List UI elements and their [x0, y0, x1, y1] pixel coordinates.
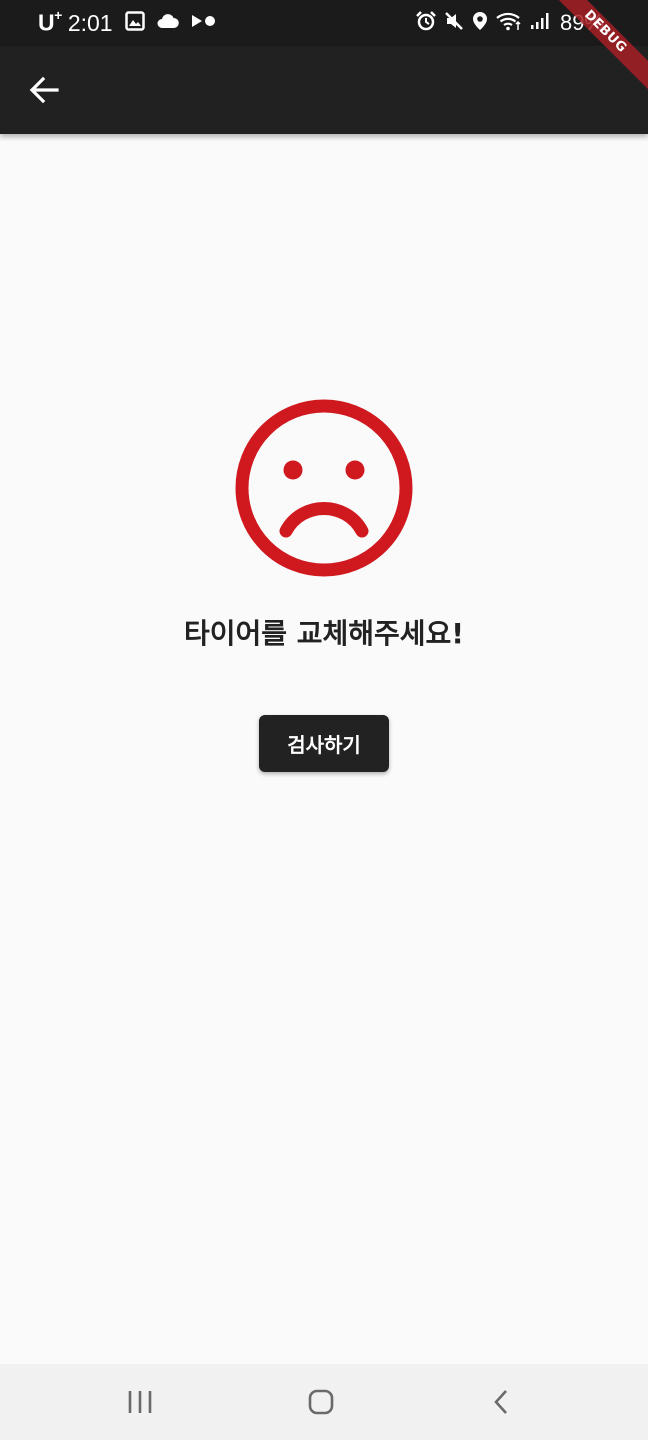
wifi-icon: [496, 11, 522, 35]
arrow-back-icon: [29, 76, 59, 104]
signal-icon: [530, 11, 550, 35]
location-icon: [472, 11, 488, 35]
carrier-label: U+: [38, 7, 62, 36]
nav-back-button[interactable]: [482, 1382, 522, 1422]
inspect-button[interactable]: 검사하기: [259, 715, 389, 772]
inspect-button-label: 검사하기: [287, 733, 361, 757]
media-icon: [191, 13, 217, 33]
clock: 2:01: [67, 9, 113, 36]
alarm-icon: [416, 11, 436, 35]
recents-icon: [128, 1391, 152, 1413]
sad-face-icon: [235, 399, 413, 577]
back-icon: [494, 1390, 507, 1414]
system-nav-bar: [0, 1364, 648, 1440]
home-icon: [308, 1389, 334, 1415]
cloud-icon: [157, 13, 179, 33]
app-bar: [0, 46, 648, 134]
image-icon: [124, 11, 145, 35]
status-bar: U+ 2:01 89%: [0, 0, 648, 46]
home-button[interactable]: [301, 1382, 341, 1422]
back-button[interactable]: [20, 66, 68, 114]
recents-button[interactable]: [120, 1382, 160, 1422]
mute-icon: [444, 11, 464, 35]
replace-tire-message: 타이어를 교체해주세요!: [183, 617, 465, 650]
